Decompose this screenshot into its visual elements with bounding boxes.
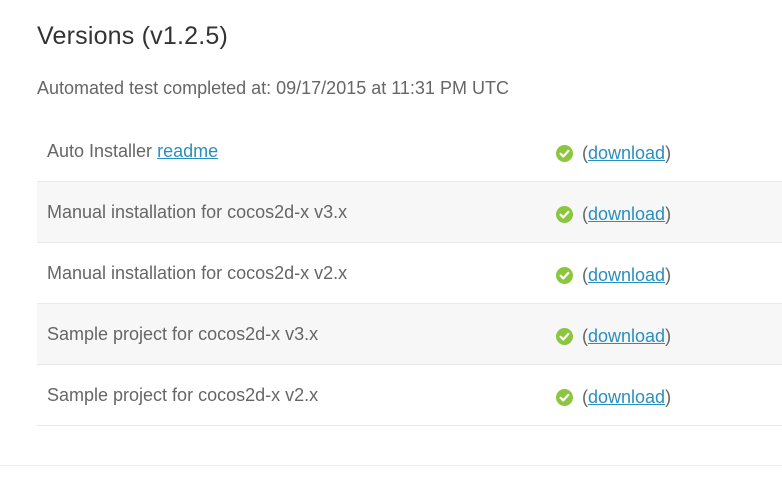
status-cell: (download)	[556, 387, 671, 408]
check-circle-icon	[556, 145, 573, 162]
table-row: Manual installation for cocos2d-x v2.x (…	[37, 243, 782, 304]
table-row: Manual installation for cocos2d-x v3.x (…	[37, 182, 782, 243]
readme-link[interactable]: readme	[157, 141, 218, 161]
status-cell: (download)	[556, 143, 671, 164]
paren-close: )	[665, 387, 672, 407]
table-row: Sample project for cocos2d-x v3.x (downl…	[37, 304, 782, 365]
row-label: Sample project for cocos2d-x v2.x	[47, 385, 319, 405]
download-link[interactable]: download	[588, 387, 665, 408]
row-label: Manual installation for cocos2d-x v3.x	[47, 202, 348, 222]
check-circle-icon	[556, 267, 573, 284]
test-completed-text: Automated test completed at: 09/17/2015 …	[37, 78, 509, 98]
download-link[interactable]: download	[588, 265, 665, 286]
status-cell: (download)	[556, 326, 671, 347]
paren-close: )	[665, 143, 672, 163]
status-cell: (download)	[556, 204, 671, 225]
check-circle-icon	[556, 389, 573, 406]
status-cell: (download)	[556, 265, 671, 286]
download-link[interactable]: download	[588, 326, 665, 347]
download-link[interactable]: download	[588, 143, 665, 164]
table-row: Auto Installer readme (download)	[37, 121, 782, 182]
versions-table: Auto Installer readme (download) Manual …	[37, 121, 782, 426]
section-divider	[0, 465, 782, 466]
download-link[interactable]: download	[588, 204, 665, 225]
check-circle-icon	[556, 328, 573, 345]
paren-close: )	[665, 265, 672, 285]
row-label: Sample project for cocos2d-x v3.x	[47, 324, 319, 344]
row-label: Auto Installer readme	[47, 141, 218, 162]
paren-close: )	[665, 204, 672, 224]
versions-page: Versions (v1.2.5) Automated test complet…	[0, 0, 782, 501]
page-title: Versions (v1.2.5)	[37, 22, 228, 50]
check-circle-icon	[556, 206, 573, 223]
row-label-text: Auto Installer	[47, 141, 153, 161]
paren-close: )	[665, 326, 672, 346]
row-label: Manual installation for cocos2d-x v2.x	[47, 263, 348, 283]
table-row: Sample project for cocos2d-x v2.x (downl…	[37, 365, 782, 426]
